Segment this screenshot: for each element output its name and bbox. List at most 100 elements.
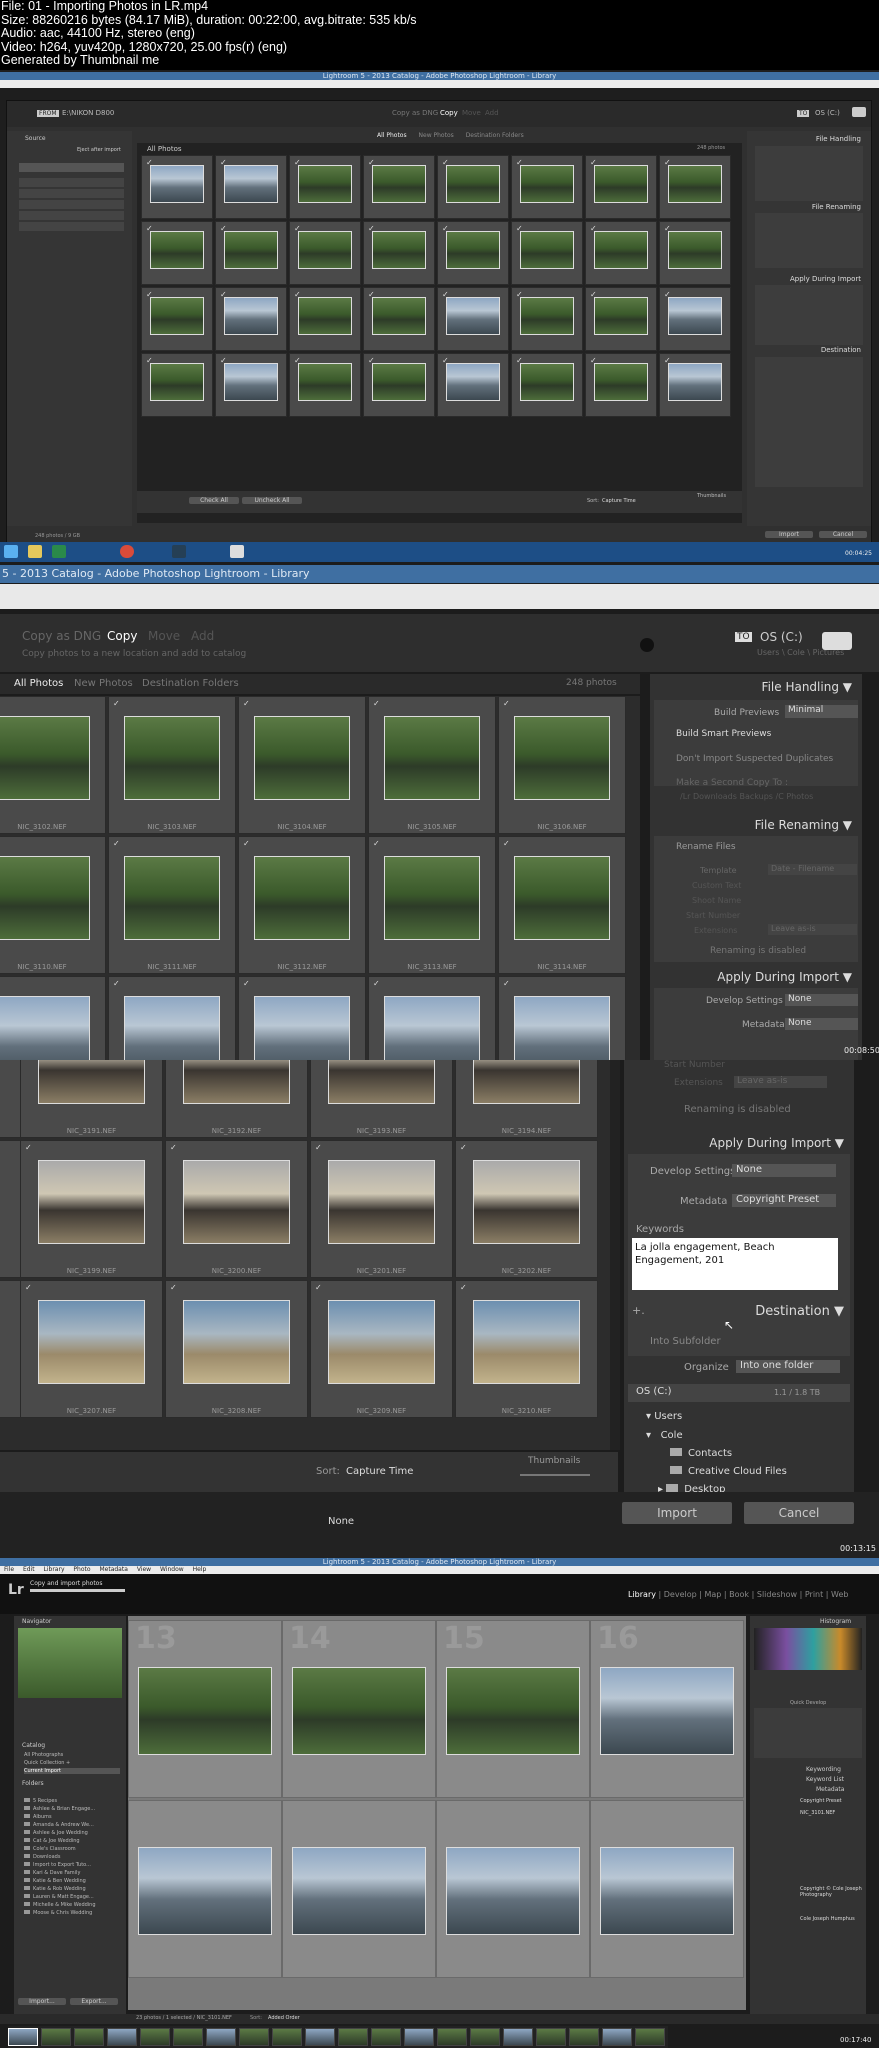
thumbnail-cell[interactable]: ✓ bbox=[363, 353, 435, 417]
filmstrip-thumbnail[interactable] bbox=[602, 2028, 632, 2046]
cancel-button[interactable]: Cancel bbox=[819, 531, 867, 538]
catalog-header[interactable]: Catalog bbox=[22, 1742, 45, 1749]
source-item[interactable] bbox=[19, 222, 124, 231]
checkbox-icon[interactable]: ✓ bbox=[243, 839, 250, 848]
module-web[interactable]: Web bbox=[831, 1590, 848, 1599]
menu-item[interactable]: Edit bbox=[23, 1566, 35, 1573]
tab-all-photos[interactable]: All Photos bbox=[14, 678, 63, 689]
filmstrip-thumbnail[interactable] bbox=[74, 2028, 104, 2046]
extensions-select[interactable]: Leave as-is bbox=[768, 924, 857, 935]
filmstrip-thumbnail[interactable] bbox=[305, 2028, 335, 2046]
sort-select[interactable]: Capture Time bbox=[346, 1466, 413, 1477]
thumbnail-cell[interactable]: ✓ bbox=[289, 155, 361, 219]
thumbnail-cell[interactable] bbox=[282, 1800, 436, 1978]
rename-files-checkbox[interactable]: Rename Files bbox=[676, 842, 736, 852]
checkbox-icon[interactable]: ✓ bbox=[315, 1283, 322, 1292]
checkbox-icon[interactable]: ✓ bbox=[373, 979, 380, 988]
checkbox-icon[interactable]: ✓ bbox=[113, 839, 120, 848]
thumbnail-cell[interactable]: 15 bbox=[436, 1620, 590, 1798]
mode-move[interactable]: Move bbox=[462, 109, 481, 117]
thumbnail-cell[interactable]: ✓ bbox=[437, 287, 509, 351]
file-handling-header[interactable]: File Handling ▼ bbox=[650, 680, 862, 694]
thumbnail-cell[interactable]: ✓ bbox=[659, 155, 731, 219]
folder-item[interactable]: Kari & Dave Family bbox=[24, 1870, 122, 1878]
chrome-icon[interactable] bbox=[120, 545, 134, 558]
thumbnail-cell[interactable]: ✓ NIC_3202.NEF bbox=[455, 1140, 598, 1278]
folder-item[interactable]: Moose & Chris Wedding bbox=[24, 1910, 122, 1918]
thumbnail-cell[interactable]: ✓ bbox=[511, 353, 583, 417]
module-print[interactable]: Print bbox=[805, 1590, 823, 1599]
thumbnail-cell[interactable]: ✓ bbox=[511, 155, 583, 219]
filmstrip-thumbnail[interactable] bbox=[569, 2028, 599, 2046]
menu-item[interactable]: Help bbox=[193, 1566, 207, 1573]
build-previews-select[interactable]: Minimal bbox=[785, 705, 858, 718]
thumbnail-cell[interactable]: ✓ NIC_3113.NEF bbox=[368, 836, 496, 974]
mode-copy-dng[interactable]: Copy as DNG bbox=[392, 109, 438, 117]
quick-develop-header[interactable]: Quick Develop bbox=[790, 1700, 826, 1706]
checkbox-icon[interactable]: ✓ bbox=[460, 1143, 467, 1152]
thumbnail-cell[interactable]: ✓ bbox=[659, 353, 731, 417]
thumbnail-cell[interactable]: ✓ bbox=[141, 155, 213, 219]
keywords-textarea[interactable]: La jolla engagement, Beach Engagement, 2… bbox=[632, 1238, 838, 1290]
filmstrip-thumbnail[interactable] bbox=[404, 2028, 434, 2046]
checkbox-icon[interactable]: ✓ bbox=[503, 839, 510, 848]
folder-item[interactable]: Amanda & Andrew We... bbox=[24, 1822, 122, 1830]
filmstrip-thumbnail[interactable] bbox=[107, 2028, 137, 2046]
thumbnail-cell[interactable]: ✓ NIC_3104.NEF bbox=[238, 696, 366, 834]
export-button[interactable]: Export... bbox=[70, 1998, 118, 2005]
thumbnail-cell[interactable]: ✓ NIC_3200.NEF bbox=[165, 1140, 308, 1278]
thumbnail-size-slider[interactable] bbox=[520, 1474, 590, 1476]
thumbnail-cell[interactable]: ✓ bbox=[141, 221, 213, 285]
thumbnail-cell[interactable]: ✓ bbox=[141, 353, 213, 417]
filmstrip-thumbnail[interactable] bbox=[371, 2028, 401, 2046]
thumbnail-cell[interactable]: ✓ bbox=[585, 287, 657, 351]
into-subfolder-checkbox[interactable]: Into Subfolder bbox=[650, 1336, 721, 1347]
module-slideshow[interactable]: Slideshow bbox=[757, 1590, 797, 1599]
folder-item[interactable]: Cole's Classroom bbox=[24, 1846, 122, 1854]
thumbnail-cell[interactable]: ✓ bbox=[238, 976, 366, 1060]
checkbox-icon[interactable]: ✓ bbox=[113, 979, 120, 988]
thumbnail-cell[interactable]: NIC_3191.NEF bbox=[20, 1060, 163, 1138]
folder-users[interactable]: ▾ Users bbox=[646, 1411, 682, 1422]
check-all-button[interactable]: Check All bbox=[189, 497, 239, 504]
thumbnail-cell[interactable]: ✓ NIC_3207.NEF bbox=[20, 1280, 163, 1418]
metadata-select[interactable]: None bbox=[785, 1018, 858, 1030]
folder-item[interactable]: Katie & Ben Wedding bbox=[24, 1878, 122, 1886]
mode-move[interactable]: Move bbox=[148, 629, 180, 643]
folder-item[interactable]: Ashlee & Joe Wedding bbox=[24, 1830, 122, 1838]
mode-copy[interactable]: Copy bbox=[440, 109, 458, 117]
thumbnail-cell[interactable]: ✓ bbox=[289, 287, 361, 351]
thumbnail-cell[interactable]: NIC_3102.NEF bbox=[0, 696, 106, 834]
mode-copy[interactable]: Copy bbox=[107, 629, 137, 643]
checkbox-icon[interactable]: ✓ bbox=[25, 1283, 32, 1292]
folder-contacts[interactable]: Contacts bbox=[670, 1448, 732, 1459]
folder-item[interactable]: Cat & Joe Wedding bbox=[24, 1838, 122, 1846]
thumbnail-cell[interactable]: ✓ bbox=[437, 353, 509, 417]
checkbox-icon[interactable]: ✓ bbox=[373, 699, 380, 708]
thumbnail-cell[interactable]: ✓ NIC_3199.NEF bbox=[20, 1140, 163, 1278]
filmstrip-thumbnail[interactable] bbox=[503, 2028, 533, 2046]
filmstrip-thumbnail[interactable] bbox=[239, 2028, 269, 2046]
thumbnail-cell[interactable]: NIC_3110.NEF bbox=[0, 836, 106, 974]
dest-drive[interactable]: OS (C:) bbox=[815, 109, 840, 117]
thumbnail-cell[interactable] bbox=[590, 1800, 744, 1978]
preset-select[interactable]: None bbox=[328, 1516, 354, 1527]
filmstrip-thumbnail[interactable] bbox=[173, 2028, 203, 2046]
thumbnail-cell[interactable]: ✓ NIC_3209.NEF bbox=[310, 1280, 453, 1418]
module-library[interactable]: Library bbox=[628, 1590, 656, 1599]
drive-name[interactable]: OS (C:) bbox=[636, 1386, 672, 1397]
source-device[interactable]: E:\NIKON D800 bbox=[62, 109, 114, 117]
file-renaming-header[interactable]: File Renaming ▼ bbox=[650, 818, 862, 832]
import-button[interactable]: Import... bbox=[18, 1998, 66, 2005]
thumbnail-cell[interactable]: 14 bbox=[282, 1620, 436, 1798]
thumbnail-cell[interactable]: ✓ bbox=[511, 221, 583, 285]
sort-select[interactable]: Added Order bbox=[268, 2015, 300, 2021]
thumbnail-cell[interactable] bbox=[436, 1800, 590, 1978]
second-copy-checkbox[interactable]: Make a Second Copy To : bbox=[676, 778, 788, 788]
checkbox-icon[interactable]: ✓ bbox=[243, 699, 250, 708]
thumbnail-cell[interactable]: ✓ bbox=[585, 155, 657, 219]
thumbnail-cell[interactable]: 16 bbox=[590, 1620, 744, 1798]
navigator-header[interactable]: Navigator bbox=[22, 1618, 51, 1625]
thumbnail-cell[interactable]: ✓ NIC_3106.NEF bbox=[498, 696, 626, 834]
filmstrip-thumbnail[interactable] bbox=[272, 2028, 302, 2046]
